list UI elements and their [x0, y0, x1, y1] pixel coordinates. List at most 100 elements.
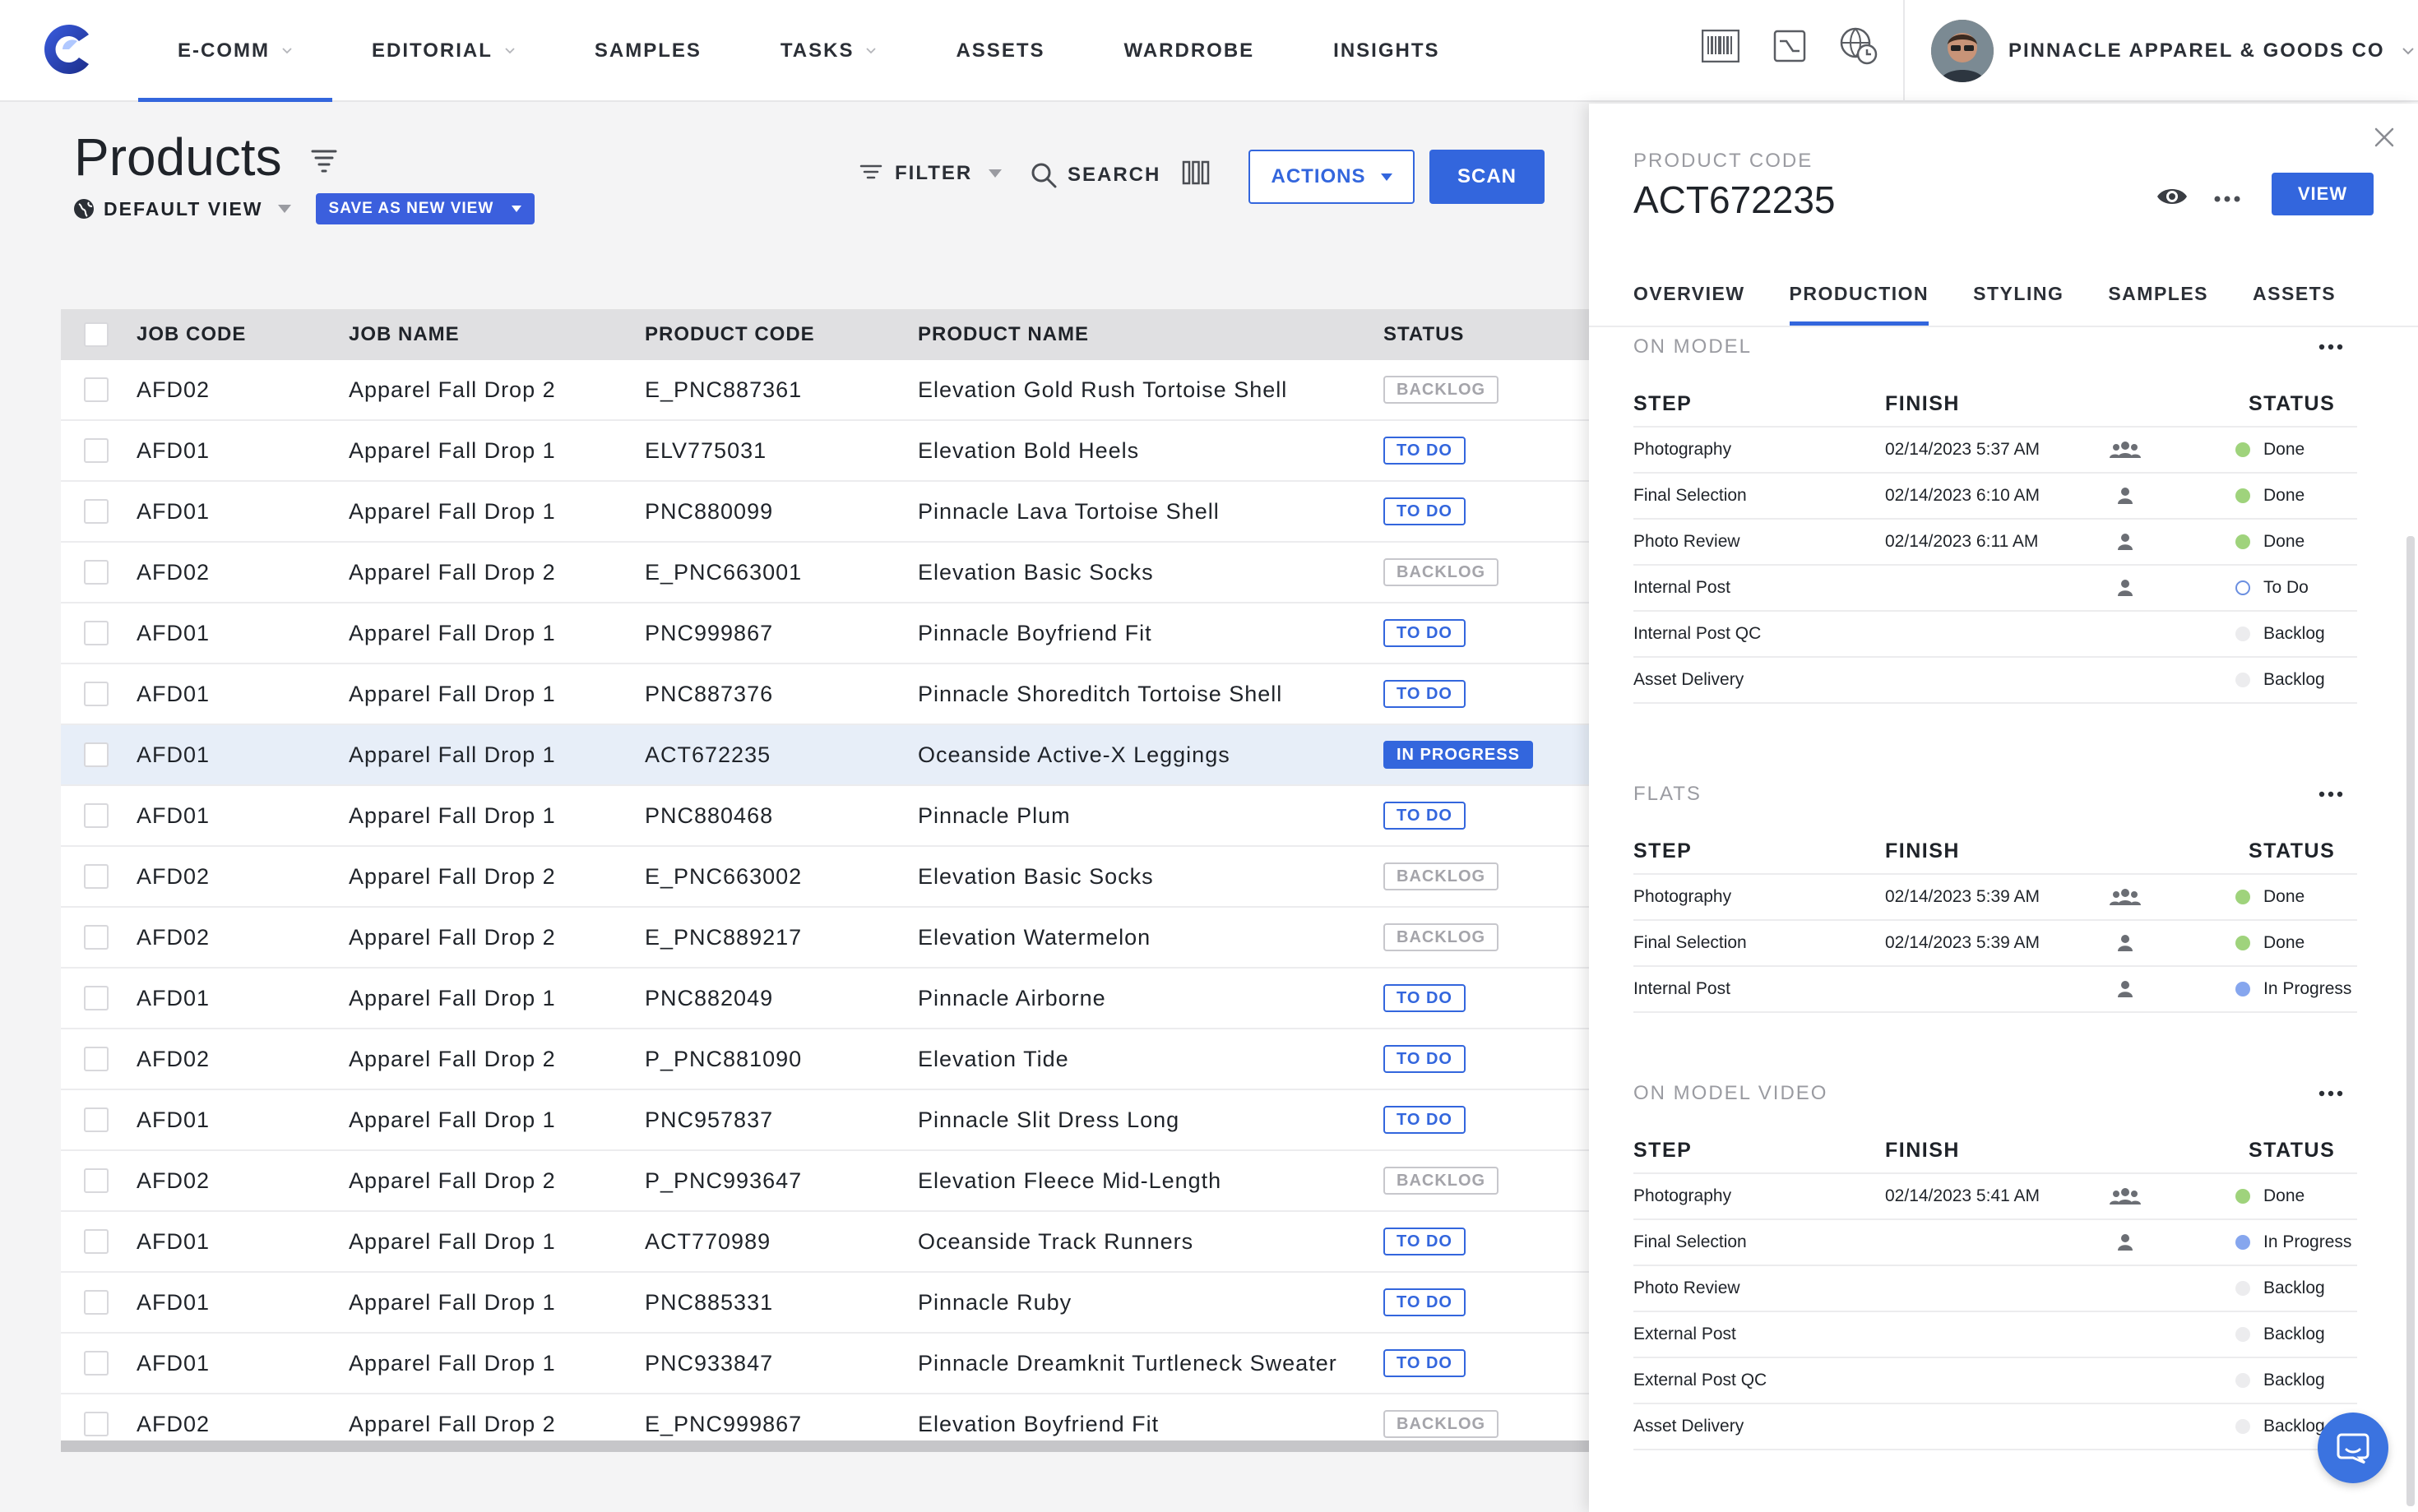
tab-production[interactable]: PRODUCTION — [1789, 273, 1929, 326]
table-row[interactable]: AFD01 Apparel Fall Drop 1 PNC880468 Pinnacl… — [61, 786, 1591, 847]
step-row[interactable]: Asset Delivery Backlog — [1633, 658, 2357, 704]
step-row[interactable]: Final Selection In Progress — [1633, 1220, 2357, 1266]
step-status[interactable]: Done — [2235, 921, 2305, 965]
step-row[interactable]: Photo Review Backlog — [1633, 1266, 2357, 1312]
row-checkbox[interactable] — [84, 682, 109, 706]
step-assignee[interactable] — [2109, 1220, 2142, 1265]
step-row[interactable]: Photography 02/14/2023 5:39 AM Done — [1633, 875, 2357, 921]
step-row[interactable]: Asset Delivery Backlog — [1633, 1404, 2357, 1450]
row-checkbox[interactable] — [84, 438, 109, 463]
row-checkbox[interactable] — [84, 621, 109, 645]
nav-item-e-comm[interactable]: E-COMM — [138, 0, 332, 102]
barcode-icon[interactable] — [1699, 25, 1742, 67]
table-row[interactable]: AFD01 Apparel Fall Drop 1 ELV775031 Elevati… — [61, 421, 1591, 482]
row-checkbox[interactable] — [84, 377, 109, 402]
row-checkbox[interactable] — [84, 1412, 109, 1436]
step-row[interactable]: Photography 02/14/2023 5:41 AM Done — [1633, 1174, 2357, 1220]
table-row[interactable]: AFD02 Apparel Fall Drop 2 E_PNC889217 Eleva… — [61, 908, 1591, 969]
step-assignee[interactable] — [2109, 428, 2142, 472]
row-checkbox[interactable] — [84, 499, 109, 524]
filter-button[interactable]: FILTER — [859, 161, 1003, 186]
eye-icon[interactable] — [2155, 179, 2189, 214]
default-view-label[interactable]: DEFAULT VIEW — [104, 198, 263, 220]
step-assignee[interactable] — [2109, 875, 2142, 919]
tab-styling[interactable]: STYLING — [1973, 273, 2064, 326]
step-status[interactable]: Done — [2235, 428, 2305, 472]
row-checkbox[interactable] — [84, 1290, 109, 1315]
step-row[interactable]: Photography 02/14/2023 5:37 AM Done — [1633, 428, 2357, 474]
step-status[interactable]: Backlog — [2235, 1404, 2325, 1449]
select-all-checkbox[interactable] — [84, 322, 109, 347]
step-status[interactable]: Done — [2235, 875, 2305, 919]
row-checkbox[interactable] — [84, 864, 109, 889]
table-row[interactable]: AFD01 Apparel Fall Drop 1 PNC999867 Pinnacl… — [61, 603, 1591, 664]
step-status[interactable]: To Do — [2235, 566, 2309, 610]
panel-scrollbar[interactable] — [2406, 536, 2415, 1506]
nav-item-wardrobe[interactable]: WARDROBE — [1085, 0, 1295, 102]
table-row[interactable]: AFD01 Apparel Fall Drop 1 ACT672235 Oceansi… — [61, 725, 1591, 786]
table-row[interactable]: AFD01 Apparel Fall Drop 1 PNC957837 Pinnacl… — [61, 1090, 1591, 1151]
row-checkbox[interactable] — [84, 986, 109, 1010]
step-status[interactable]: In Progress — [2235, 967, 2351, 1011]
step-status[interactable]: Backlog — [2235, 1312, 2325, 1357]
row-checkbox[interactable] — [84, 742, 109, 767]
chat-button[interactable] — [2318, 1413, 2388, 1483]
horizontal-scrollbar[interactable] — [61, 1440, 1591, 1452]
column-header-job-code[interactable]: JOB CODE — [137, 309, 246, 360]
more-options-icon[interactable] — [2211, 183, 2244, 215]
more-options-icon[interactable] — [2316, 779, 2346, 809]
columns-button[interactable] — [1181, 158, 1211, 187]
step-row[interactable]: Internal Post QC Backlog — [1633, 612, 2357, 658]
step-row[interactable]: Final Selection 02/14/2023 5:39 AM Done — [1633, 921, 2357, 967]
account-menu[interactable]: PINNACLE APPAREL & GOODS CO — [1931, 20, 2415, 82]
step-status[interactable]: Backlog — [2235, 612, 2325, 656]
scan-button[interactable]: SCAN — [1429, 150, 1545, 204]
step-assignee[interactable] — [2109, 520, 2142, 564]
tab-samples[interactable]: SAMPLES — [2108, 273, 2208, 326]
close-icon[interactable] — [2372, 125, 2397, 150]
table-row[interactable]: AFD01 Apparel Fall Drop 1 PNC933847 Pinnacl… — [61, 1334, 1591, 1394]
row-checkbox[interactable] — [84, 1107, 109, 1132]
nav-item-insights[interactable]: INSIGHTS — [1294, 0, 1479, 102]
save-as-new-view-button[interactable]: SAVE AS NEW VIEW — [315, 193, 535, 224]
row-checkbox[interactable] — [84, 1351, 109, 1376]
nav-item-editorial[interactable]: EDITORIAL — [332, 0, 555, 102]
step-status[interactable]: Backlog — [2235, 658, 2325, 702]
global-time-icon[interactable] — [1837, 25, 1880, 67]
search-button[interactable]: SEARCH — [1030, 161, 1160, 189]
more-options-icon[interactable] — [2316, 1079, 2346, 1108]
nav-item-tasks[interactable]: TASKS — [741, 0, 917, 102]
table-row[interactable]: AFD01 Apparel Fall Drop 1 PNC882049 Pinnacl… — [61, 969, 1591, 1029]
step-row[interactable]: Photo Review 02/14/2023 6:11 AM Done — [1633, 520, 2357, 566]
nav-item-assets[interactable]: ASSETS — [916, 0, 1084, 102]
table-row[interactable]: AFD02 Apparel Fall Drop 2 E_PNC663001 Eleva… — [61, 543, 1591, 603]
row-checkbox[interactable] — [84, 925, 109, 950]
step-assignee[interactable] — [2109, 474, 2142, 518]
activity-chart-icon[interactable] — [1768, 25, 1811, 67]
table-row[interactable]: AFD01 Apparel Fall Drop 1 ACT770989 Oceansi… — [61, 1212, 1591, 1273]
table-row[interactable]: AFD02 Apparel Fall Drop 2 P_PNC881090 Eleva… — [61, 1029, 1591, 1090]
row-checkbox[interactable] — [84, 1168, 109, 1193]
tab-overview[interactable]: OVERVIEW — [1633, 273, 1745, 326]
step-assignee[interactable] — [2109, 967, 2142, 1011]
step-status[interactable]: Done — [2235, 520, 2305, 564]
column-header-product-name[interactable]: PRODUCT NAME — [918, 309, 1089, 360]
table-row[interactable]: AFD01 Apparel Fall Drop 1 PNC880099 Pinnacl… — [61, 482, 1591, 543]
tab-assets[interactable]: ASSETS — [2253, 273, 2336, 326]
more-options-icon[interactable] — [2316, 332, 2346, 362]
brand-logo-icon[interactable] — [38, 20, 97, 79]
step-status[interactable]: In Progress — [2235, 1220, 2351, 1265]
row-checkbox[interactable] — [84, 560, 109, 585]
row-checkbox[interactable] — [84, 1229, 109, 1254]
step-assignee[interactable] — [2109, 566, 2142, 610]
column-header-status[interactable]: STATUS — [1383, 309, 1464, 360]
sort-lines-icon[interactable] — [308, 143, 340, 176]
caret-down-icon[interactable] — [277, 205, 291, 213]
step-assignee[interactable] — [2109, 1174, 2142, 1218]
table-row[interactable]: AFD02 Apparel Fall Drop 2 E_PNC887361 Eleva… — [61, 360, 1591, 421]
actions-button[interactable]: ACTIONS — [1248, 150, 1415, 204]
step-status[interactable]: Done — [2235, 474, 2305, 518]
column-header-product-code[interactable]: PRODUCT CODE — [645, 309, 815, 360]
table-row[interactable]: AFD02 Apparel Fall Drop 2 E_PNC663002 Eleva… — [61, 847, 1591, 908]
step-row[interactable]: Internal Post To Do — [1633, 566, 2357, 612]
